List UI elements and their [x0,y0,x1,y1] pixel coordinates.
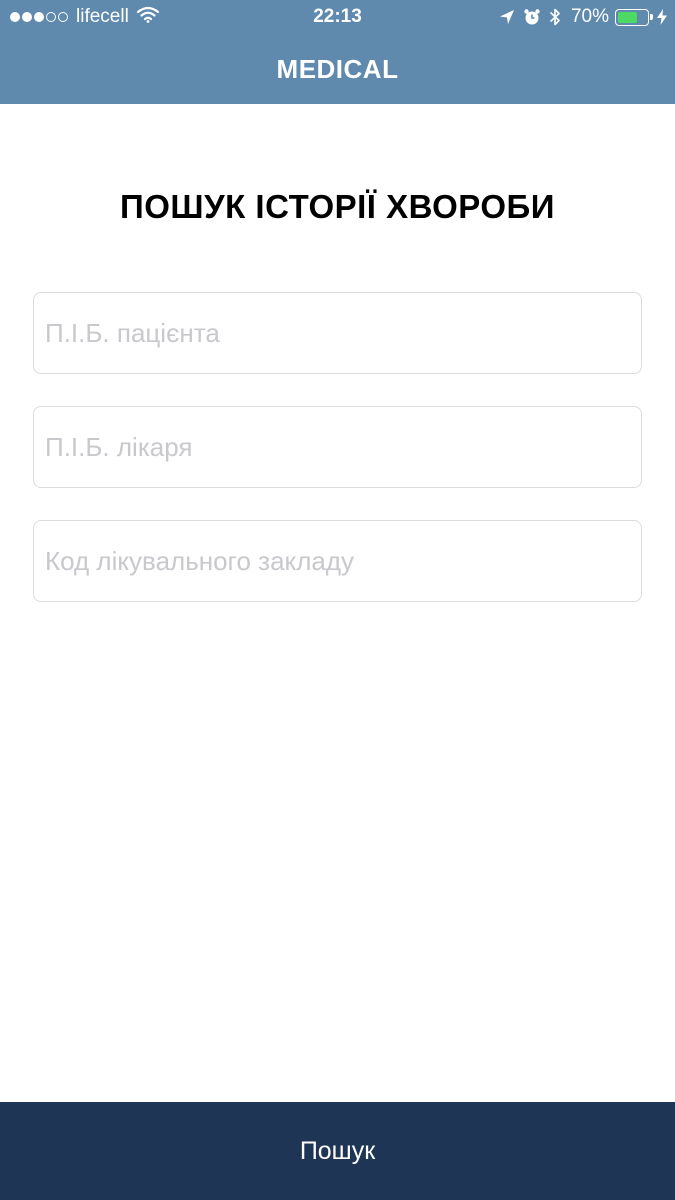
bluetooth-icon [549,7,561,27]
location-arrow-icon [499,9,515,25]
top-bar: lifecell 22:13 70% MEDICAL [0,0,675,104]
nav-title: MEDICAL [276,54,399,84]
battery-level [618,11,637,23]
patient-name-input[interactable] [33,292,642,374]
battery-icon [615,8,653,26]
doctor-name-input[interactable] [33,406,642,488]
charging-bolt-icon [657,9,667,25]
page-title: ПОШУК ІСТОРІЇ ХВОРОБИ [120,188,555,225]
alarm-icon [523,8,541,26]
facility-code-input[interactable] [33,520,642,602]
status-bar-right: 70% [491,5,667,29]
status-bar: lifecell 22:13 70% [0,0,675,34]
search-button[interactable]: Пошук [0,1102,675,1200]
battery-percent: 70% [570,6,609,27]
